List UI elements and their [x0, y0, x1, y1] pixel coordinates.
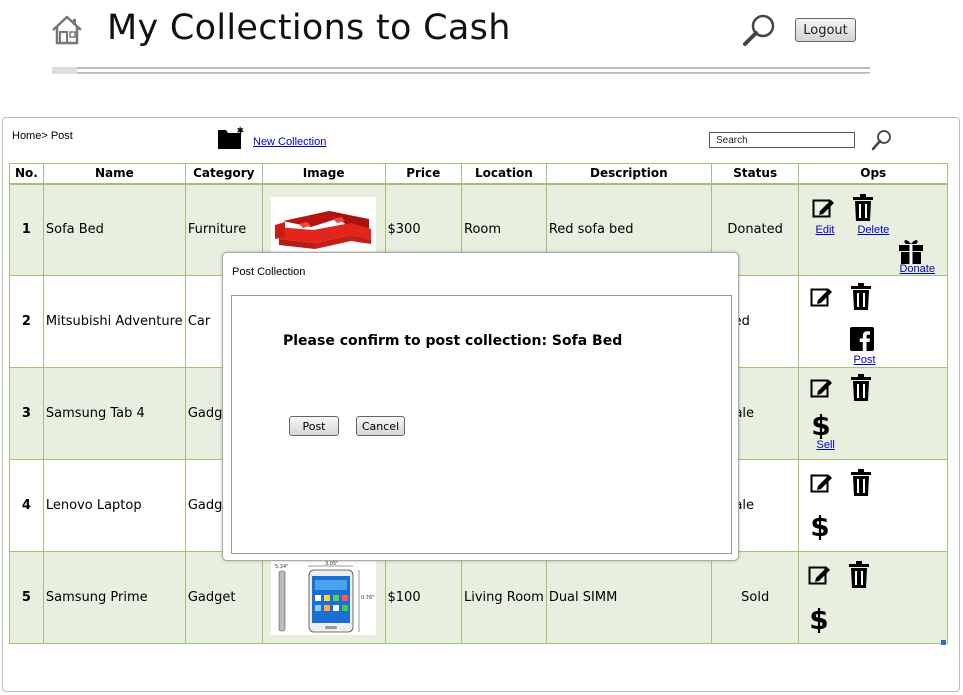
trash-icon[interactable] — [848, 561, 870, 588]
sell-link[interactable]: Sell — [816, 439, 834, 451]
col-header-description: Description — [545, 163, 712, 185]
cell-ops: $ Sell — [798, 367, 948, 460]
svg-text:$: $ — [810, 603, 829, 633]
col-header-name: Name — [42, 163, 186, 185]
trash-icon[interactable] — [850, 374, 872, 401]
cell-price: $100 — [384, 551, 462, 644]
confirm-message: Please confirm to post collection: Sofa … — [283, 333, 623, 349]
search-button-icon[interactable] — [871, 129, 893, 151]
resize-grip[interactable] — [941, 640, 946, 645]
edit-icon[interactable] — [810, 377, 834, 399]
edit-icon[interactable] — [808, 564, 832, 586]
search-icon[interactable] — [742, 13, 778, 47]
home-icon[interactable] — [50, 14, 84, 46]
edit-icon[interactable] — [810, 286, 834, 308]
col-header-category: Category — [184, 163, 263, 185]
cell-name: Mitsubishi Adventure — [42, 275, 186, 368]
trash-icon[interactable] — [852, 193, 874, 221]
dialog-title: Post Collection — [232, 266, 306, 278]
cell-no: 1 — [9, 183, 44, 276]
cell-location: Living Room — [461, 551, 547, 644]
cell-ops: Edit Delete Donate — [798, 183, 948, 276]
post-link[interactable]: Post — [853, 354, 875, 366]
table-row: 5 Samsung Prime Gadget 5.34" 3.05" 0.76" — [9, 551, 948, 644]
gift-icon[interactable] — [898, 238, 924, 264]
col-header-no: No. — [9, 163, 44, 185]
col-header-location: Location — [461, 163, 547, 185]
post-collection-dialog: Post Collection Please confirm to post c… — [222, 252, 739, 561]
cell-no: 5 — [9, 551, 44, 644]
breadcrumb: Home> Post — [12, 130, 73, 142]
cell-ops: $ — [798, 551, 948, 644]
cell-description: Dual SIMM — [545, 551, 712, 644]
edit-icon[interactable] — [812, 197, 836, 219]
trash-icon[interactable] — [850, 469, 872, 496]
cell-status: Sold — [710, 551, 800, 644]
dialog-body: Please confirm to post collection: Sofa … — [231, 295, 732, 554]
new-collection-link[interactable]: New Collection — [253, 136, 326, 148]
cell-name: Samsung Tab 4 — [42, 367, 186, 460]
cell-ops: Post — [798, 275, 948, 368]
donate-link[interactable]: Donate — [899, 263, 934, 275]
edit-link[interactable]: Edit — [815, 224, 834, 236]
cell-category: Gadget — [184, 551, 263, 644]
post-button[interactable]: Post — [289, 416, 339, 436]
dollar-icon[interactable]: $ — [810, 409, 832, 439]
logout-button[interactable]: Logout — [795, 18, 856, 42]
col-header-image: Image — [261, 163, 386, 185]
edit-icon[interactable] — [810, 472, 834, 494]
col-header-price: Price — [384, 163, 462, 185]
dollar-icon[interactable]: $ — [808, 603, 830, 633]
trash-icon[interactable] — [850, 283, 872, 310]
search-input[interactable] — [709, 132, 855, 148]
cell-no: 3 — [9, 367, 44, 460]
svg-text:$: $ — [812, 409, 831, 439]
svg-text:$: $ — [811, 510, 830, 540]
cell-no: 4 — [9, 459, 44, 552]
facebook-icon[interactable] — [850, 327, 875, 351]
cancel-button[interactable]: Cancel — [356, 416, 405, 436]
header-divider — [52, 67, 870, 74]
phone-dim-c: 0.76" — [361, 595, 374, 601]
cell-no: 2 — [9, 275, 44, 368]
cell-ops: $ — [798, 459, 948, 552]
app-title: My Collections to Cash — [107, 8, 511, 48]
cell-name: Lenovo Laptop — [42, 459, 186, 552]
phone-dim-a: 5.34" — [275, 564, 288, 570]
col-header-status: Status — [710, 163, 800, 185]
cell-name: Samsung Prime — [42, 551, 186, 644]
new-folder-icon[interactable] — [217, 125, 245, 150]
table-header-row: No. Name Category Image Price Location D… — [9, 163, 948, 185]
delete-link[interactable]: Delete — [857, 224, 889, 236]
phone-image: 5.34" 3.05" 0.76" — [271, 560, 377, 635]
cell-image: 5.34" 3.05" 0.76" — [261, 551, 386, 644]
col-header-ops: Ops — [798, 163, 948, 185]
dollar-icon[interactable]: $ — [809, 510, 831, 540]
cell-name: Sofa Bed — [42, 183, 186, 276]
